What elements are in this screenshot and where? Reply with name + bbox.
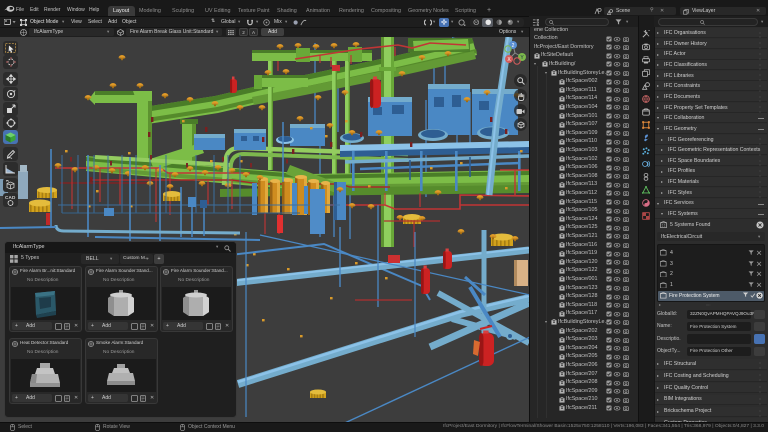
svg-text:2: 2 xyxy=(512,43,515,49)
